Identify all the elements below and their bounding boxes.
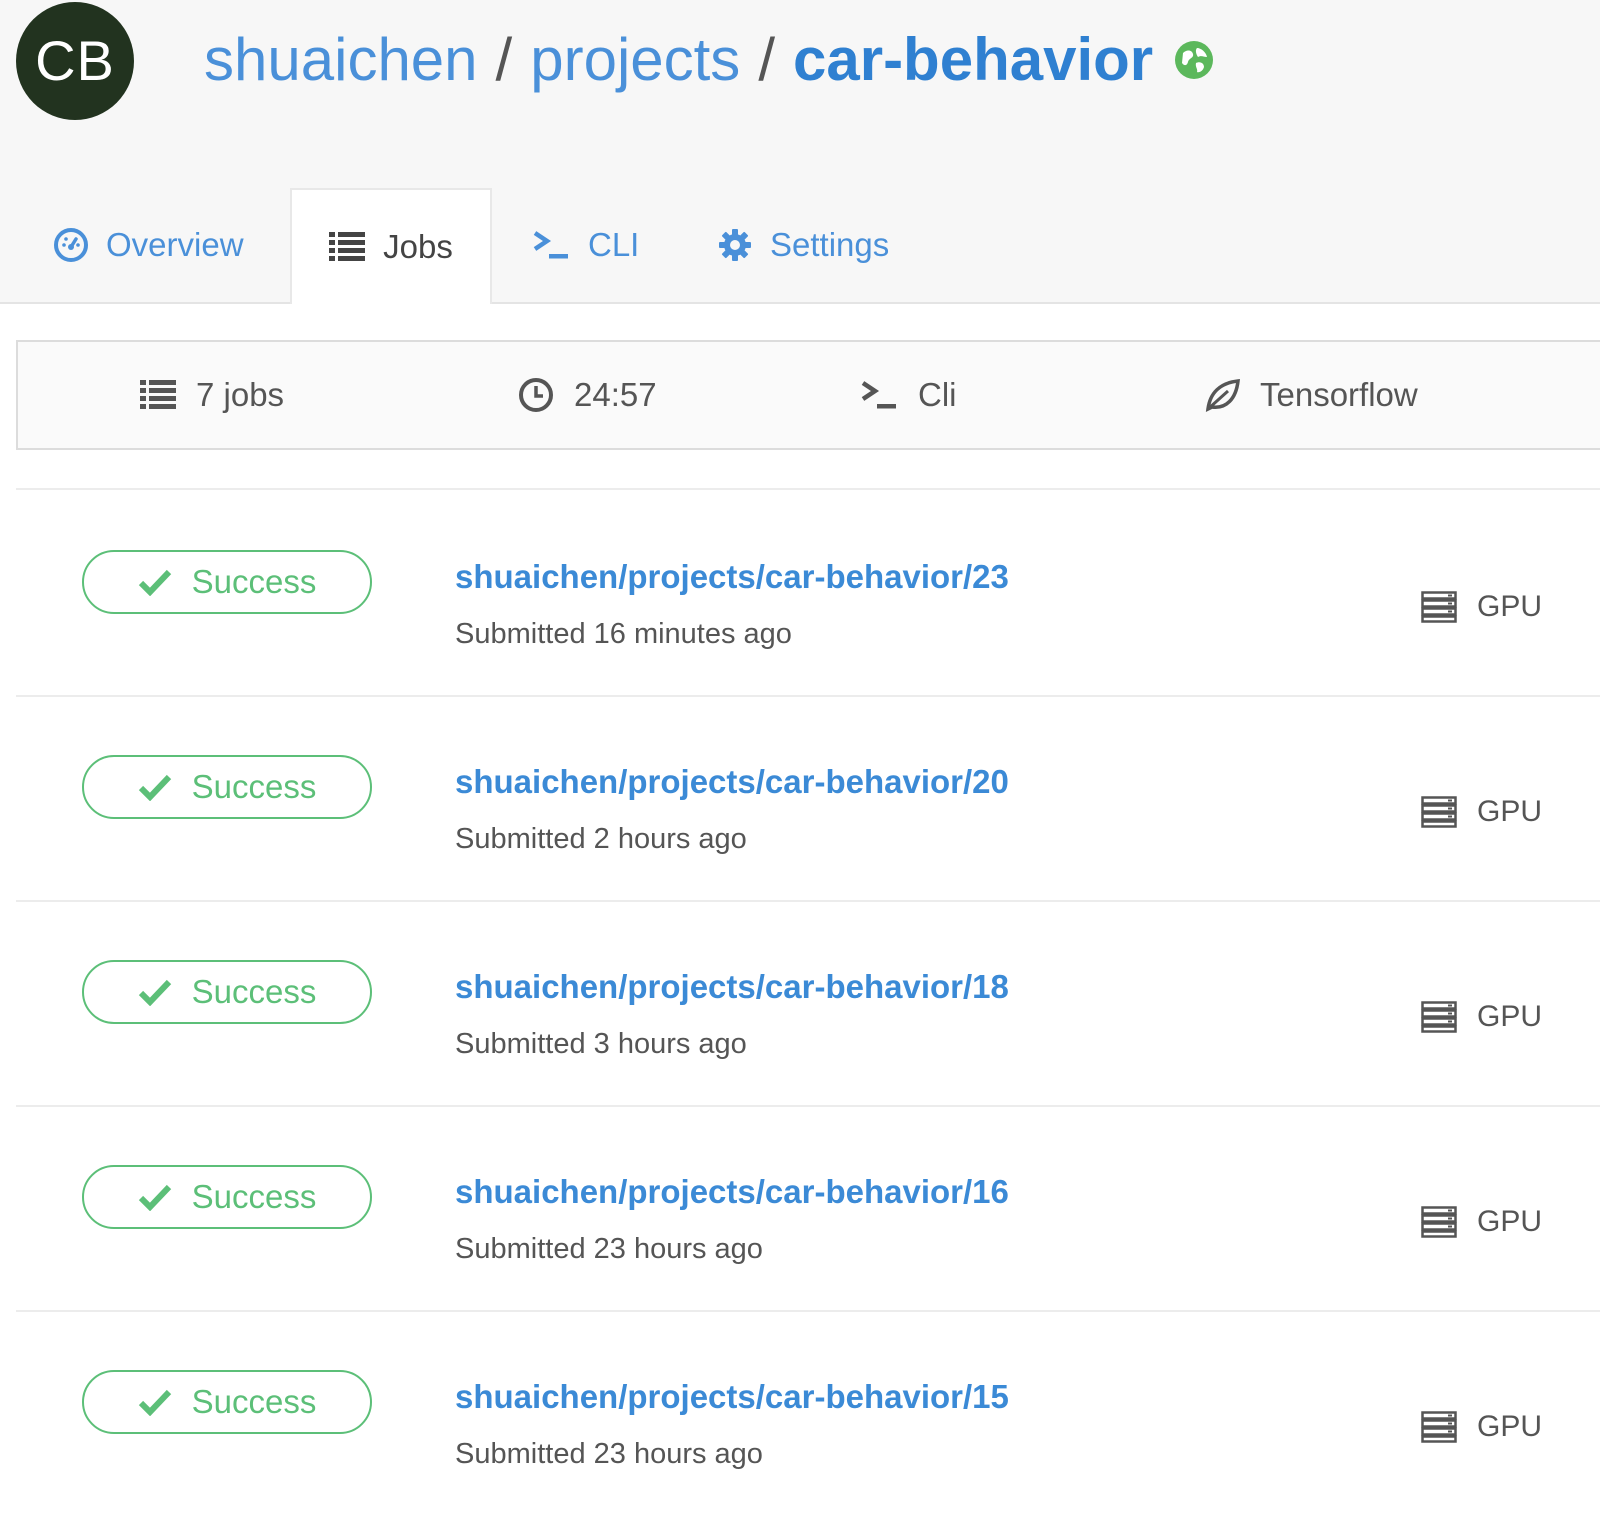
terminal-icon: [861, 381, 896, 409]
status-label: Success: [191, 563, 317, 600]
stat-job-count: 7 jobs: [140, 342, 284, 448]
status-badge: Success: [82, 755, 372, 819]
job-machine: GPU: [1421, 795, 1542, 829]
clock-icon: [519, 378, 553, 412]
check-icon: [138, 979, 171, 1006]
check-icon: [138, 569, 171, 596]
tab-label: CLI: [588, 226, 640, 263]
breadcrumb-separator: /: [758, 26, 775, 93]
terminal-icon: [533, 231, 568, 259]
job-link[interactable]: shuaichen/projects/car-behavior/15: [455, 1378, 1009, 1416]
tab-label: Settings: [770, 226, 890, 263]
stat-value: 7 jobs: [196, 376, 285, 413]
dashboard-icon: [54, 228, 88, 262]
job-machine: GPU: [1421, 1205, 1542, 1239]
stat-duration: 24:57: [518, 342, 657, 448]
status-badge: Success: [82, 1370, 372, 1434]
job-row[interactable]: Success shuaichen/projects/car-behavior/…: [16, 900, 1600, 1107]
stat-source: Cli: [860, 342, 957, 448]
job-link[interactable]: shuaichen/projects/car-behavior/20: [455, 763, 1009, 801]
job-row[interactable]: Success shuaichen/projects/car-behavior/…: [16, 695, 1600, 902]
tab-settings[interactable]: Settings: [718, 188, 889, 302]
status-label: Success: [191, 1178, 317, 1215]
machine-label: GPU: [1477, 590, 1543, 623]
machine-label: GPU: [1477, 795, 1543, 828]
check-icon: [138, 774, 171, 801]
server-icon: [1421, 1206, 1457, 1238]
stat-framework: Tensorflow: [1204, 342, 1418, 448]
status-badge: Success: [82, 960, 372, 1024]
machine-label: GPU: [1477, 1205, 1543, 1238]
job-row[interactable]: Success shuaichen/projects/car-behavior/…: [16, 1105, 1600, 1312]
machine-label: GPU: [1477, 1000, 1543, 1033]
job-machine: GPU: [1421, 590, 1542, 624]
status-badge: Success: [82, 1165, 372, 1229]
stat-value: 24:57: [574, 376, 657, 413]
job-link[interactable]: shuaichen/projects/car-behavior/16: [455, 1173, 1009, 1211]
server-icon: [1421, 1411, 1457, 1443]
job-submitted-time: Submitted 2 hours ago: [455, 823, 747, 855]
job-submitted-time: Submitted 3 hours ago: [455, 1028, 747, 1060]
tab-cli[interactable]: CLI: [532, 188, 639, 302]
stat-value: Tensorflow: [1260, 376, 1418, 413]
project-header: CB shuaichen / projects / car-behavior O…: [0, 0, 1600, 304]
job-link[interactable]: shuaichen/projects/car-behavior/23: [455, 558, 1009, 596]
globe-icon: [1175, 41, 1214, 79]
check-icon: [138, 1389, 171, 1416]
job-link[interactable]: shuaichen/projects/car-behavior/18: [455, 968, 1009, 1006]
gear-icon: [719, 229, 751, 261]
status-label: Success: [191, 768, 317, 805]
server-icon: [1421, 1001, 1457, 1033]
job-submitted-time: Submitted 23 hours ago: [455, 1438, 763, 1470]
status-badge: Success: [82, 550, 372, 614]
list-icon: [140, 380, 176, 409]
status-label: Success: [191, 1383, 317, 1420]
project-stats-bar: 7 jobs 24:57 Cli Tensorflow: [16, 340, 1600, 450]
list-icon: [329, 232, 366, 261]
job-machine: GPU: [1421, 1410, 1542, 1444]
project-tabs: Overview Jobs CLI Settings: [0, 188, 1600, 304]
job-submitted-time: Submitted 16 minutes ago: [455, 618, 792, 650]
breadcrumb-project-link[interactable]: car-behavior: [793, 24, 1153, 96]
status-label: Success: [191, 973, 317, 1010]
server-icon: [1421, 591, 1457, 623]
avatar[interactable]: CB: [16, 2, 134, 120]
breadcrumb-separator: /: [495, 26, 513, 93]
breadcrumb: shuaichen / projects / car-behavior: [204, 24, 1215, 96]
tab-overview[interactable]: Overview: [54, 188, 244, 302]
tab-label: Jobs: [383, 228, 453, 265]
breadcrumb-user-link[interactable]: shuaichen: [204, 24, 478, 96]
job-submitted-time: Submitted 23 hours ago: [455, 1233, 763, 1265]
tab-jobs[interactable]: Jobs: [290, 188, 492, 304]
tab-label: Overview: [106, 226, 244, 263]
job-row[interactable]: Success shuaichen/projects/car-behavior/…: [16, 1310, 1600, 1515]
breadcrumb-projects-link[interactable]: projects: [530, 24, 740, 96]
server-icon: [1421, 796, 1457, 828]
machine-label: GPU: [1477, 1410, 1543, 1443]
check-icon: [138, 1184, 171, 1211]
job-row[interactable]: Success shuaichen/projects/car-behavior/…: [16, 490, 1600, 697]
job-machine: GPU: [1421, 1000, 1542, 1034]
leaf-icon: [1205, 379, 1240, 413]
stat-value: Cli: [918, 376, 957, 413]
